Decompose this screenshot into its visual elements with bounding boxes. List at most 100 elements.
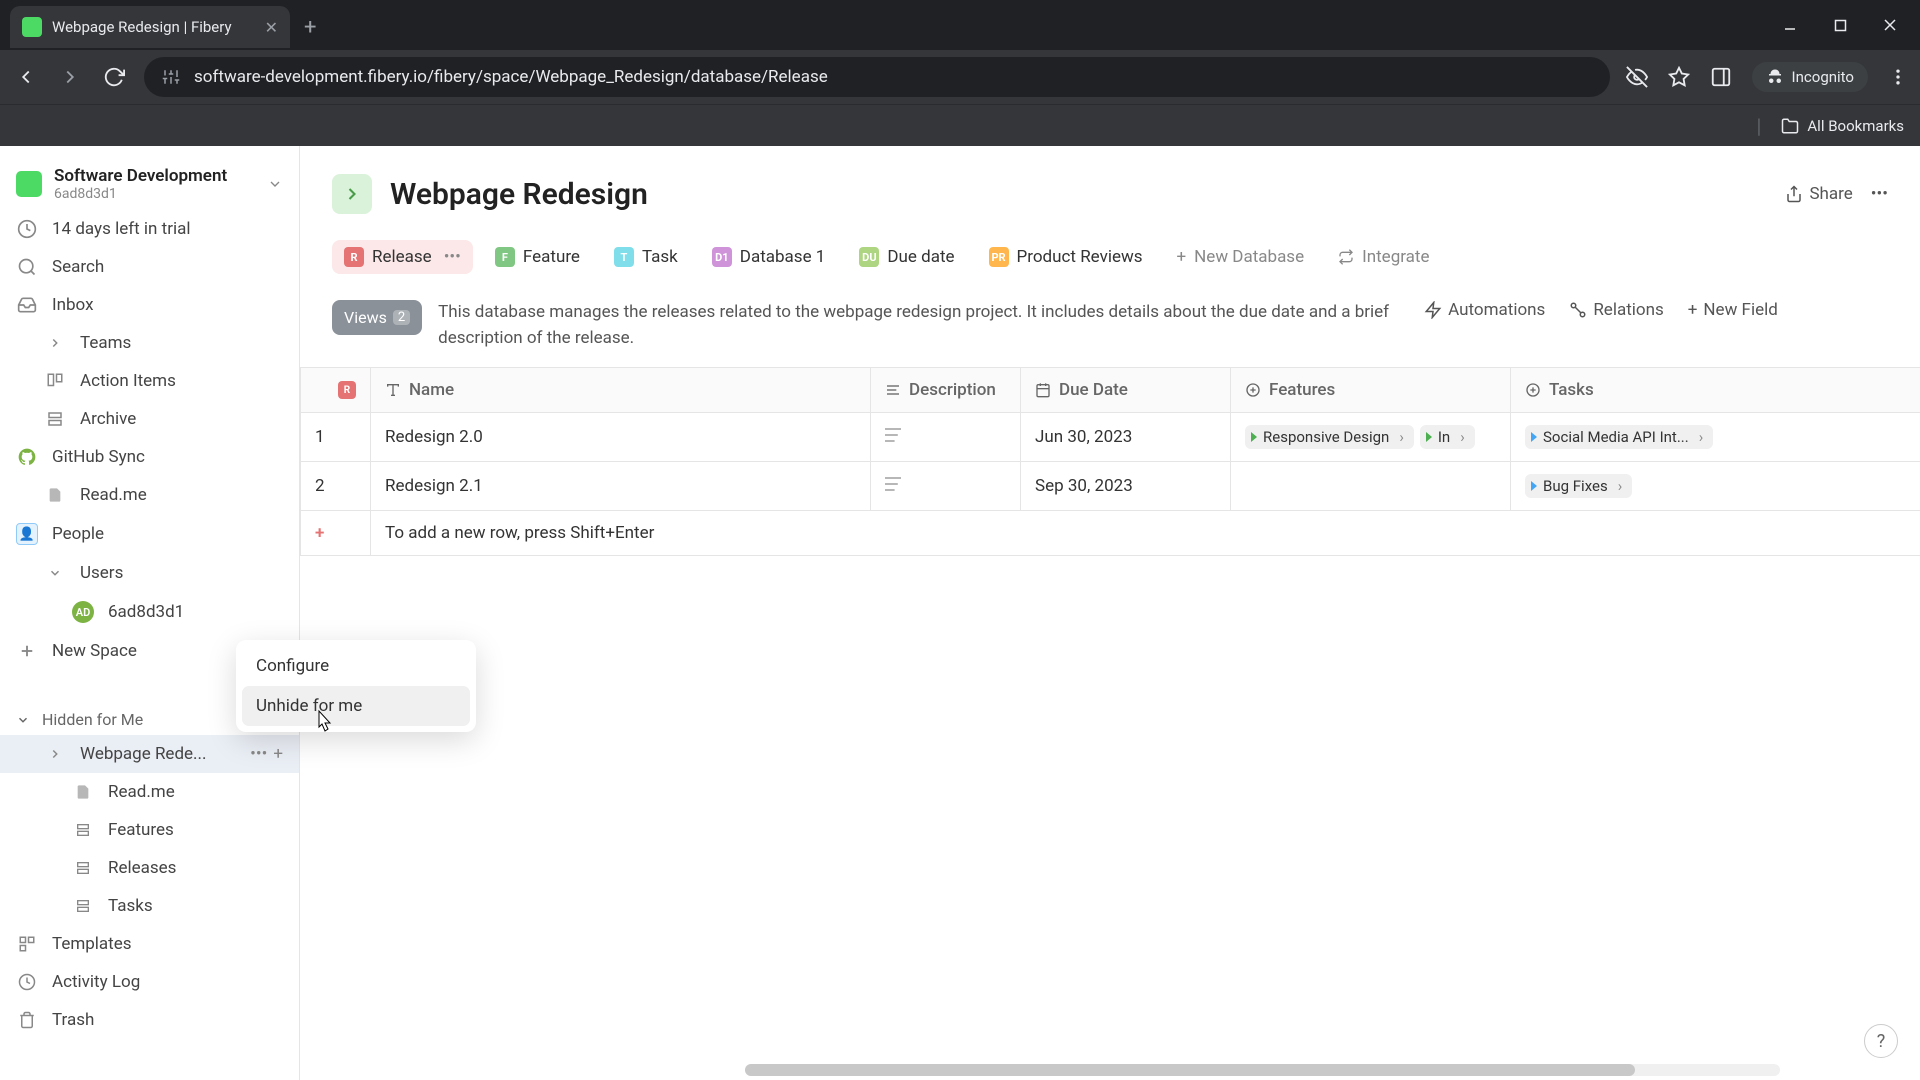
chevron-right-icon[interactable] bbox=[44, 747, 66, 761]
sidebar-item-webpage-redesign[interactable]: Webpage Rede... ••• + bbox=[0, 735, 299, 773]
sidebar-item-wr-readme[interactable]: Read.me bbox=[0, 773, 299, 811]
new-field-label: New Field bbox=[1703, 300, 1777, 320]
context-menu: Configure Unhide for me bbox=[236, 640, 476, 732]
tab-due-date[interactable]: DU Due date bbox=[847, 240, 966, 274]
clock-icon bbox=[16, 219, 38, 239]
forward-button[interactable] bbox=[56, 63, 84, 91]
sidebar-item-search[interactable]: Search bbox=[0, 248, 299, 286]
sidebar-item-people[interactable]: 👤 People bbox=[0, 514, 299, 554]
task-chip[interactable]: Bug Fixes› bbox=[1525, 474, 1632, 498]
sidebar-item-templates[interactable]: Templates bbox=[0, 925, 299, 963]
feature-chip[interactable]: In› bbox=[1420, 425, 1475, 449]
site-settings-icon[interactable] bbox=[162, 68, 180, 86]
reload-button[interactable] bbox=[100, 63, 128, 91]
column-header-features[interactable]: Features bbox=[1231, 368, 1511, 413]
cell-name[interactable]: Redesign 2.1 bbox=[371, 462, 871, 511]
expand-sidebar-button[interactable] bbox=[332, 174, 372, 214]
sidebar-item-trash[interactable]: Trash bbox=[0, 1001, 299, 1039]
new-field-button[interactable]: + New Field bbox=[1688, 300, 1778, 320]
column-header-tasks[interactable]: Tasks bbox=[1511, 368, 1920, 413]
cell-tasks[interactable]: Social Media API Int...› bbox=[1511, 413, 1920, 462]
tab-more-icon[interactable]: ••• bbox=[444, 247, 461, 267]
badge-icon: D1 bbox=[712, 247, 732, 267]
plus-icon[interactable]: + bbox=[273, 744, 283, 764]
task-chip[interactable]: Social Media API Int...› bbox=[1525, 425, 1713, 449]
chevron-down-icon[interactable] bbox=[16, 713, 30, 727]
tab-task[interactable]: T Task bbox=[602, 240, 690, 274]
tab-release[interactable]: R Release ••• bbox=[332, 240, 473, 274]
sidebar-item-wr-tasks[interactable]: Tasks bbox=[0, 887, 299, 925]
column-header-due-date[interactable]: Due Date bbox=[1021, 368, 1231, 413]
browser-tab[interactable]: Webpage Redesign | Fibery ✕ bbox=[10, 6, 290, 48]
description-icon bbox=[885, 477, 901, 491]
database-description[interactable]: This database manages the releases relat… bbox=[438, 300, 1408, 351]
wr-readme-label: Read.me bbox=[108, 782, 175, 802]
triangle-icon bbox=[1426, 432, 1432, 442]
cell-features[interactable]: Responsive Design›In› bbox=[1231, 413, 1511, 462]
scrollbar-thumb[interactable] bbox=[745, 1064, 1635, 1076]
help-button[interactable]: ? bbox=[1864, 1024, 1898, 1058]
horizontal-scrollbar[interactable] bbox=[745, 1064, 1780, 1076]
add-row-hint: To add a new row, press Shift+Enter bbox=[385, 523, 654, 543]
sidebar-item-readme[interactable]: Read.me bbox=[0, 476, 299, 514]
sidebar-item-users[interactable]: Users bbox=[0, 554, 299, 592]
sidebar-item-archive[interactable]: Archive bbox=[0, 400, 299, 438]
cell-features[interactable] bbox=[1231, 462, 1511, 511]
tab-feature[interactable]: F Feature bbox=[483, 240, 592, 274]
kebab-menu-icon[interactable] bbox=[1888, 67, 1908, 87]
all-bookmarks-button[interactable]: All Bookmarks bbox=[1781, 117, 1904, 135]
more-icon[interactable]: ••• bbox=[250, 744, 267, 764]
incognito-badge[interactable]: Incognito bbox=[1752, 62, 1868, 92]
inbox-label: Inbox bbox=[52, 295, 94, 315]
sidebar-item-action-items[interactable]: Action Items bbox=[0, 362, 299, 400]
relation-icon bbox=[1245, 382, 1261, 398]
side-panel-icon[interactable] bbox=[1710, 66, 1732, 88]
minimize-icon[interactable] bbox=[1780, 15, 1800, 35]
new-tab-button[interactable]: + bbox=[290, 15, 330, 40]
cell-due-date[interactable]: Sep 30, 2023 bbox=[1021, 462, 1231, 511]
eye-off-icon[interactable] bbox=[1626, 66, 1648, 88]
add-row-button[interactable]: + To add a new row, press Shift+Enter bbox=[301, 511, 1920, 556]
menu-item-unhide[interactable]: Unhide for me bbox=[242, 686, 470, 726]
views-button[interactable]: Views 2 bbox=[332, 300, 422, 335]
column-header-description[interactable]: Description bbox=[871, 368, 1021, 413]
bookmark-star-icon[interactable] bbox=[1668, 66, 1690, 88]
sidebar-item-wr-features[interactable]: Features bbox=[0, 811, 299, 849]
sidebar-item-teams[interactable]: Teams bbox=[0, 324, 299, 362]
chevron-down-icon[interactable] bbox=[267, 176, 283, 192]
share-button[interactable]: Share bbox=[1785, 184, 1852, 204]
sidebar-item-user[interactable]: AD 6ad8d3d1 bbox=[0, 592, 299, 632]
workspace-switcher[interactable]: Software Development 6ad8d3d1 bbox=[0, 158, 299, 210]
url-input[interactable]: software-development.fibery.io/fibery/sp… bbox=[144, 57, 1610, 97]
sidebar-item-wr-releases[interactable]: Releases bbox=[0, 849, 299, 887]
table-container[interactable]: R Name Description Due Date Features Tas… bbox=[300, 367, 1920, 1080]
tab-product-reviews[interactable]: PR Product Reviews bbox=[977, 240, 1155, 274]
chevron-down-icon[interactable] bbox=[44, 566, 66, 580]
automations-button[interactable]: Automations bbox=[1424, 300, 1545, 320]
feature-chip[interactable]: Responsive Design› bbox=[1245, 425, 1414, 449]
menu-item-configure[interactable]: Configure bbox=[242, 646, 470, 686]
chevron-right-icon[interactable] bbox=[44, 336, 66, 350]
back-button[interactable] bbox=[12, 63, 40, 91]
relations-button[interactable]: Relations bbox=[1569, 300, 1663, 320]
close-icon[interactable]: ✕ bbox=[265, 18, 278, 37]
sidebar-item-trial[interactable]: 14 days left in trial bbox=[0, 210, 299, 248]
table-row[interactable]: 2 Redesign 2.1 Sep 30, 2023 Bug Fixes› bbox=[301, 462, 1920, 511]
sidebar-item-activity-log[interactable]: Activity Log bbox=[0, 963, 299, 1001]
sidebar-item-inbox[interactable]: Inbox bbox=[0, 286, 299, 324]
cell-due-date[interactable]: Jun 30, 2023 bbox=[1021, 413, 1231, 462]
more-icon[interactable]: ••• bbox=[1871, 184, 1888, 204]
cell-description[interactable] bbox=[871, 462, 1021, 511]
cell-description[interactable] bbox=[871, 413, 1021, 462]
new-database-button[interactable]: + New Database bbox=[1165, 240, 1317, 274]
cell-name[interactable]: Redesign 2.0 bbox=[371, 413, 871, 462]
tab-database1[interactable]: D1 Database 1 bbox=[700, 240, 838, 274]
column-header-name[interactable]: Name bbox=[371, 368, 871, 413]
table-row[interactable]: 1 Redesign 2.0 Jun 30, 2023 Responsive D… bbox=[301, 413, 1920, 462]
close-window-icon[interactable] bbox=[1880, 15, 1900, 35]
maximize-icon[interactable] bbox=[1830, 15, 1850, 35]
cell-tasks[interactable]: Bug Fixes› bbox=[1511, 462, 1920, 511]
inbox-icon bbox=[16, 295, 38, 315]
integrate-button[interactable]: Integrate bbox=[1326, 240, 1441, 274]
sidebar-item-github[interactable]: GitHub Sync bbox=[0, 438, 299, 476]
